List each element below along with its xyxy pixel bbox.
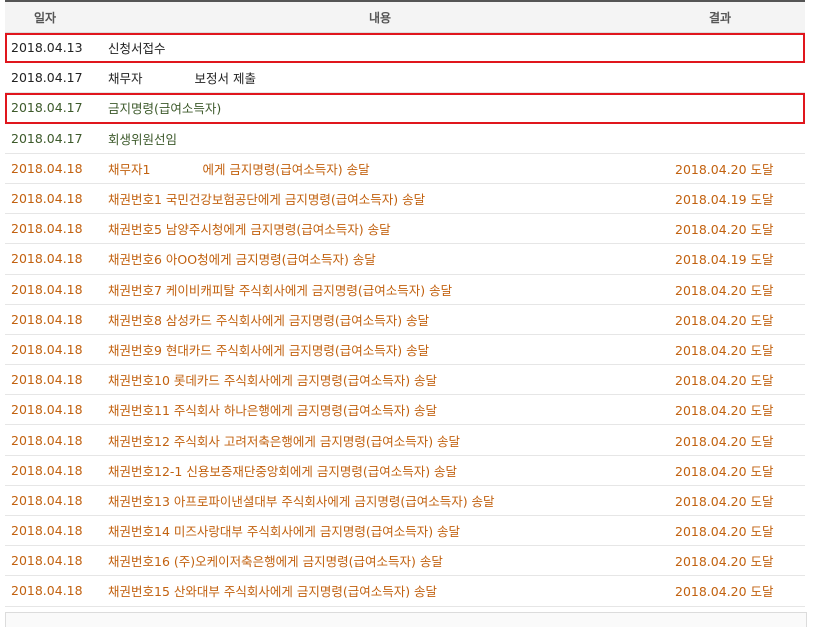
row-date: 2018.04.17 [11,130,83,146]
header-date: 일자 [33,10,57,25]
row-date: 2018.04.17 [11,100,83,116]
row-date: 2018.04.18 [11,523,83,539]
table-row: 2018.04.18 채권번호9 현대카드 주식회사에게 금지명령(급여소득자) … [5,335,805,366]
row-result: 2018.04.20 도달 [675,463,774,479]
row-date: 2018.04.18 [11,281,83,297]
row-date: 2018.04.18 [11,372,83,388]
case-progress-table: 일자 내용 결과 2018.04.13 신청서접수 2018.04.17 채무자 보정서… [5,0,805,607]
row-date: 2018.04.18 [11,160,83,176]
table-row-highlighted: 2018.04.13 신청서접수 [5,33,805,64]
row-date: 2018.04.18 [11,341,83,357]
row-content-part: 에게 금지명령(급여소득자) 송달 [202,161,370,177]
row-date: 2018.04.18 [11,432,83,448]
row-date: 2018.04.18 [11,251,83,267]
row-date: 2018.04.18 [11,191,83,207]
row-content: 채권번호10 롯데카드 주식회사에게 금지명령(급여소득자) 송달 [108,373,438,389]
row-result: 2018.04.20 도달 [675,584,774,600]
row-content: 채권번호13 아프로파이낸셜대부 주식회사에게 금지명령(급여소득자) 송달 [108,493,495,509]
table-row: 2018.04.18 채권번호16 (주)오케이저축은행에게 금지명령(급여소득자… [5,546,805,577]
table-row: 2018.04.18 채권번호11 주식회사 하나은행에게 금지명령(급여소득자)… [5,395,805,426]
row-content: 채무자 보정서 제출 [108,68,675,87]
row-content: 회생위원선임 [108,131,178,147]
row-content: 금지명령(급여소득자) [108,101,222,117]
table-row: 2018.04.18 채권번호12 주식회사 고려저축은행에게 금지명령(급여소득… [5,425,805,456]
row-content: 채권번호1 국민건강보험공단에게 금지명령(급여소득자) 송달 [108,192,426,208]
row-content-part: 채무자 [108,71,143,87]
table-row: 2018.04.18 채권번호15 산와대부 주식회사에게 금지명령(급여소득자)… [5,576,805,607]
row-date: 2018.04.18 [11,462,83,478]
next-panel-edge [5,612,807,627]
table-row: 2018.04.18 채권번호8 삼성카드 주식회사에게 금지명령(급여소득자) … [5,305,805,335]
row-date: 2018.04.18 [11,553,83,569]
table-row: 2018.04.18 채권번호13 아프로파이낸셜대부 주식회사에게 금지명령(급… [5,486,805,516]
row-result: 2018.04.20 도달 [675,161,774,177]
row-date: 2018.04.18 [11,311,83,327]
table-row-highlighted: 2018.04.17 금지명령(급여소득자) [5,93,805,124]
row-result: 2018.04.19 도달 [675,252,774,268]
row-result: 2018.04.19 도달 [675,192,774,208]
row-result: 2018.04.20 도달 [675,403,774,419]
row-result: 2018.04.20 도달 [675,222,774,238]
row-content: 채권번호15 산와대부 주식회사에게 금지명령(급여소득자) 송달 [108,584,438,600]
row-content: 채권번호12-1 신용보증재단중앙회에게 금지명령(급여소득자) 송달 [108,463,458,479]
row-result: 2018.04.20 도달 [675,282,774,298]
row-content: 채권번호9 현대카드 주식회사에게 금지명령(급여소득자) 송달 [108,342,430,358]
row-content: 채권번호16 (주)오케이저축은행에게 금지명령(급여소득자) 송달 [108,554,443,570]
row-date: 2018.04.18 [11,221,83,237]
row-content: 신청서접수 [108,41,166,57]
table-row: 2018.04.18 채권번호5 남양주시청에게 금지명령(급여소득자) 송달 20… [5,214,805,245]
row-content: 채권번호7 케이비캐피탈 주식회사에게 금지명령(급여소득자) 송달 [108,282,453,298]
table-row: 2018.04.18 채권번호14 미즈사랑대부 주식회사에게 금지명령(급여소득… [5,516,805,547]
table-row: 2018.04.17 회생위원선임 [5,124,805,154]
header-content: 내용 [368,10,392,25]
row-content: 채무자1 에게 금지명령(급여소득자) 송달 [108,159,675,178]
row-content: 채권번호11 주식회사 하나은행에게 금지명령(급여소득자) 송달 [108,403,438,419]
row-content: 채권번호6 아OO청에게 금지명령(급여소득자) 송달 [108,252,376,268]
row-content: 채권번호8 삼성카드 주식회사에게 금지명령(급여소득자) 송달 [108,312,430,328]
table-row: 2018.04.18 채권번호1 국민건강보험공단에게 금지명령(급여소득자) 송… [5,184,805,215]
table-row: 2018.04.18 채권번호7 케이비캐피탈 주식회사에게 금지명령(급여소득자… [5,275,805,305]
header-result: 결과 [708,10,732,25]
row-date: 2018.04.18 [11,492,83,508]
table-row: 2018.04.18 채권번호12-1 신용보증재단중앙회에게 금지명령(급여소득… [5,456,805,486]
table-row: 2018.04.18 채무자1 에게 금지명령(급여소득자) 송달 2018.04.2… [5,154,805,184]
table-row: 2018.04.18 채권번호10 롯데카드 주식회사에게 금지명령(급여소득자)… [5,365,805,396]
row-content: 채권번호14 미즈사랑대부 주식회사에게 금지명령(급여소득자) 송달 [108,524,461,540]
row-result: 2018.04.20 도달 [675,342,774,358]
row-content-part: 채무자1 [108,161,151,177]
row-content: 채권번호12 주식회사 고려저축은행에게 금지명령(급여소득자) 송달 [108,433,461,449]
row-result: 2018.04.20 도달 [675,433,774,449]
row-result: 2018.04.20 도달 [675,373,774,389]
table-header: 일자 내용 결과 [5,2,805,33]
table-body: 2018.04.13 신청서접수 2018.04.17 채무자 보정서 제출 2018.0… [5,33,805,607]
row-date: 2018.04.18 [11,402,83,418]
table-row: 2018.04.18 채권번호6 아OO청에게 금지명령(급여소득자) 송달 201… [5,244,805,275]
row-content: 채권번호5 남양주시청에게 금지명령(급여소득자) 송달 [108,222,391,238]
row-date: 2018.04.17 [11,70,83,86]
table-row: 2018.04.17 채무자 보정서 제출 [5,63,805,94]
row-result: 2018.04.20 도달 [675,493,774,509]
row-result: 2018.04.20 도달 [675,524,774,540]
row-content-part: 보정서 제출 [194,71,256,87]
row-date: 2018.04.13 [11,40,83,56]
row-date: 2018.04.18 [11,583,83,599]
row-result: 2018.04.20 도달 [675,554,774,570]
row-result: 2018.04.20 도달 [675,312,774,328]
